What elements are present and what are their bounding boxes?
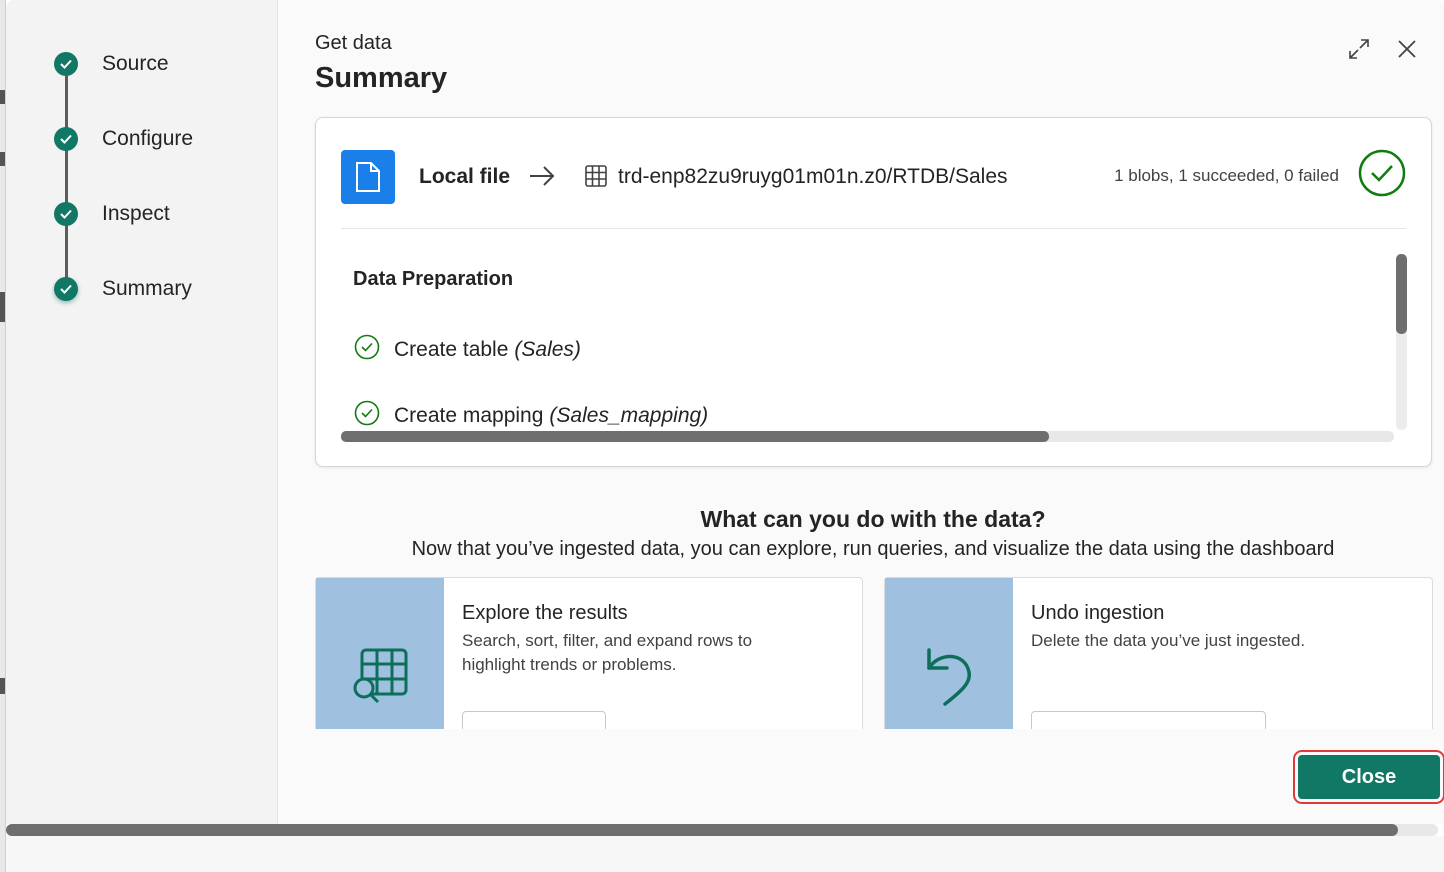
tile-description: Search, sort, filter, and expand rows to…: [462, 631, 753, 674]
step-source[interactable]: Source: [54, 51, 169, 77]
check-icon: [54, 52, 78, 76]
step-label: Source: [102, 52, 169, 75]
expand-icon: [1347, 37, 1371, 66]
main-pane: Get data Summary Local file trd-enp82zu9…: [278, 0, 1444, 824]
tile-title: Undo ingestion: [1031, 602, 1165, 624]
ingestion-summary-card: Local file trd-enp82zu9ruyg01m01n.z0/RTD…: [315, 117, 1432, 467]
next-steps-tiles: Explore the results Search, sort, filter…: [315, 577, 1435, 729]
ingestion-counts: 1 blobs, 1 succeeded, 0 failed: [1114, 166, 1339, 185]
step-summary[interactable]: Summary: [54, 276, 192, 302]
prep-item-text: Create mapping: [394, 404, 544, 427]
prep-item: Create mapping (Sales_mapping): [354, 400, 708, 432]
explore-results-tile[interactable]: Explore the results Search, sort, filter…: [315, 577, 863, 729]
undo-ingestion-tile[interactable]: Undo ingestion Delete the data you’ve ju…: [884, 577, 1433, 729]
destination-path: trd-enp82zu9ruyg01m01n.z0/RTDB/Sales: [618, 165, 1008, 188]
stepper-connector: [65, 66, 68, 288]
data-preparation-title: Data Preparation: [353, 268, 514, 290]
bottom-strip: [6, 836, 1444, 872]
wizard-stepper: Source Configure Inspect Summary: [6, 0, 278, 824]
tile-title: Explore the results: [462, 602, 628, 624]
expand-button[interactable]: [1344, 36, 1374, 66]
step-label: Inspect: [102, 202, 170, 225]
step-inspect[interactable]: Inspect: [54, 201, 170, 227]
arrow-right-icon: [528, 164, 556, 193]
success-check-icon: [1357, 148, 1407, 203]
scrollbar-thumb[interactable]: [1396, 254, 1407, 334]
tile-art: [885, 578, 1013, 729]
undo-icon: [919, 644, 979, 713]
check-icon: [54, 277, 78, 301]
file-icon: [341, 150, 395, 204]
undo-ingestion-button[interactable]: [1031, 711, 1266, 729]
divider: [341, 228, 1406, 229]
close-icon: [1396, 38, 1418, 65]
check-circle-icon: [354, 334, 380, 366]
check-circle-icon: [354, 400, 380, 432]
step-configure[interactable]: Configure: [54, 126, 193, 152]
step-label: Summary: [102, 277, 192, 300]
prep-item-detail: (Sales): [514, 338, 581, 361]
prep-item: Create table (Sales): [354, 334, 581, 366]
tile-description: Delete the data you’ve just ingested.: [1031, 631, 1306, 650]
page-title: Summary: [315, 62, 448, 94]
next-steps-subtitle: Now that you’ve ingested data, you can e…: [411, 538, 1335, 560]
vertical-scrollbar[interactable]: [1396, 254, 1407, 430]
source-label: Local file: [419, 165, 511, 188]
breadcrumb: Get data: [315, 32, 392, 54]
tile-art: [316, 578, 444, 729]
scrollbar-thumb[interactable]: [6, 824, 1398, 836]
close-button[interactable]: Close: [1293, 750, 1444, 804]
explore-results-button[interactable]: [462, 711, 606, 729]
table-icon: [584, 164, 608, 193]
check-icon: [54, 202, 78, 226]
prep-item-detail: (Sales_mapping): [549, 404, 709, 427]
horizontal-scrollbar[interactable]: [341, 431, 1394, 442]
step-label: Configure: [102, 127, 194, 150]
prep-item-text: Create table: [394, 338, 509, 361]
table-search-icon: [348, 644, 412, 713]
get-data-dialog: Source Configure Inspect Summary Get dat…: [6, 0, 1444, 824]
next-steps-title: What can you do with the data?: [700, 506, 1046, 532]
check-icon: [54, 127, 78, 151]
close-dialog-button[interactable]: [1392, 36, 1422, 66]
scrollbar-thumb[interactable]: [341, 431, 1049, 442]
page-horizontal-scrollbar[interactable]: [6, 824, 1438, 836]
